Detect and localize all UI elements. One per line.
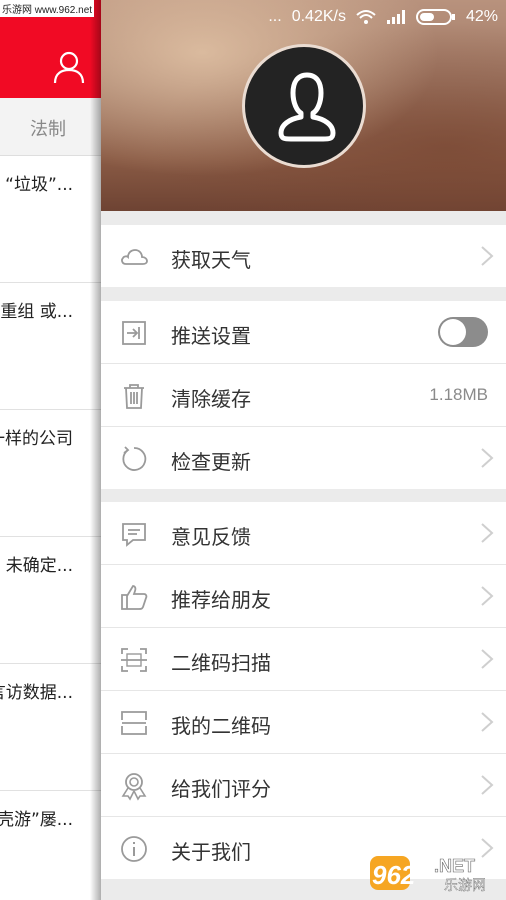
menu-item-recommend[interactable]: 推荐给朋友 — [101, 565, 506, 628]
cloud-icon — [121, 249, 148, 265]
watermark-logo-number: 962 — [372, 860, 416, 890]
qr-code-icon — [121, 711, 147, 735]
news-item[interactable]: 言访数据... — [0, 664, 101, 791]
news-item[interactable]: 壳游”屡... — [0, 791, 101, 900]
chevron-right-icon — [481, 586, 494, 606]
status-dots: ... — [268, 8, 282, 25]
chevron-right-icon — [481, 649, 494, 669]
qr-scan-icon — [121, 648, 147, 672]
news-item[interactable]: 重组 或... — [0, 283, 101, 410]
menu-item-rate[interactable]: 给我们评分 — [101, 754, 506, 817]
recommend-label: 推荐给朋友 — [171, 588, 271, 612]
push-label: 推送设置 — [171, 324, 251, 348]
wifi-icon — [356, 10, 376, 24]
thumbs-up-icon — [121, 585, 148, 610]
signal-icon — [386, 10, 405, 24]
chevron-right-icon — [481, 775, 494, 795]
drawer-shadow — [90, 0, 101, 900]
news-item[interactable]: 一样的公司 — [0, 410, 101, 537]
main-content-panel: 14:34 法制 “垃圾”... 重组 或... 一样的公司 未确定... 言访… — [0, 0, 101, 900]
chevron-right-icon — [481, 523, 494, 543]
news-item[interactable]: “垃圾”... — [0, 156, 101, 283]
cache-size: 1.18MB — [429, 385, 488, 404]
status-bar: ... 0.42K/s 42% — [268, 6, 498, 28]
settings-drawer: ... 0.42K/s 42% 获取天气 推送设置 清除缓存 1.18MB 检查… — [101, 0, 506, 900]
award-icon — [121, 773, 147, 801]
feedback-label: 意见反馈 — [171, 525, 251, 549]
avatar[interactable] — [242, 44, 366, 168]
watermark-logo-suffix: .NET — [434, 856, 475, 876]
menu-group-weather: 获取天气 — [101, 225, 506, 287]
trash-icon — [124, 384, 144, 409]
user-icon[interactable] — [52, 50, 86, 84]
refresh-icon — [122, 446, 147, 471]
battery-percent: 42% — [465, 8, 498, 25]
menu-item-push[interactable]: 推送设置 — [101, 301, 506, 364]
menu-item-feedback[interactable]: 意见反馈 — [101, 502, 506, 565]
menu-item-clear-cache[interactable]: 清除缓存 1.18MB — [101, 364, 506, 427]
menu-group-social: 意见反馈 推荐给朋友 二维码扫描 我的二维码 给我们评分 关于我们 — [101, 502, 506, 879]
chevron-right-icon — [481, 448, 494, 468]
rate-label: 给我们评分 — [171, 777, 271, 801]
watermark-logo: 962 .NET 乐游网 — [370, 856, 486, 894]
feedback-icon — [122, 523, 146, 547]
menu-item-scan-qr[interactable]: 二维码扫描 — [101, 628, 506, 691]
check-update-label: 检查更新 — [171, 450, 251, 474]
push-toggle[interactable] — [438, 317, 488, 347]
category-tabs: 法制 — [0, 98, 101, 156]
tab-legal[interactable]: 法制 — [30, 115, 66, 141]
drawer-header: ... 0.42K/s 42% — [101, 0, 506, 211]
news-item[interactable]: 未确定... — [0, 537, 101, 664]
watermark-top: 乐游网 www.962.net — [0, 0, 95, 17]
weather-label: 获取天气 — [171, 248, 251, 272]
scan-qr-label: 二维码扫描 — [171, 651, 271, 675]
clear-cache-label: 清除缓存 — [171, 387, 251, 411]
battery-icon — [415, 9, 455, 25]
toggle-knob — [440, 319, 466, 345]
info-icon — [121, 836, 147, 862]
push-icon — [122, 321, 146, 345]
menu-item-weather[interactable]: 获取天气 — [101, 225, 506, 287]
user-icon — [278, 72, 336, 142]
about-label: 关于我们 — [171, 840, 251, 864]
menu-group-app: 推送设置 清除缓存 1.18MB 检查更新 — [101, 301, 506, 489]
network-speed: 0.42K/s — [291, 8, 346, 25]
watermark-logo-name: 乐游网 — [444, 878, 486, 894]
chevron-right-icon — [481, 712, 494, 732]
menu-item-my-qr[interactable]: 我的二维码 — [101, 691, 506, 754]
menu-item-check-update[interactable]: 检查更新 — [101, 427, 506, 489]
chevron-right-icon — [481, 246, 494, 266]
my-qr-label: 我的二维码 — [171, 714, 271, 738]
